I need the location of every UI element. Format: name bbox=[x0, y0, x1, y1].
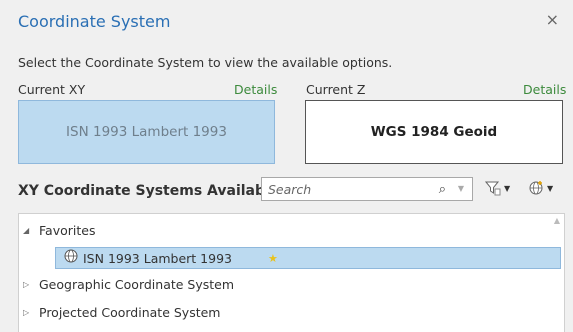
current-z-box[interactable]: WGS 1984 Geoid bbox=[305, 100, 563, 164]
filter-button[interactable]: ▼ bbox=[485, 178, 510, 198]
expand-right-icon[interactable]: ▷ bbox=[23, 280, 39, 289]
expand-right-icon[interactable]: ▷ bbox=[23, 308, 39, 317]
current-z-label: Current Z bbox=[306, 82, 366, 97]
dialog-title: Coordinate System bbox=[18, 12, 171, 31]
search-box[interactable]: ⌕ ▼ bbox=[261, 177, 473, 201]
tree-item-label: ISN 1993 Lambert 1993 bbox=[83, 250, 232, 266]
tree-node-projected[interactable]: ▷ Projected Coordinate System bbox=[23, 305, 220, 320]
current-xy-value: ISN 1993 Lambert 1993 bbox=[66, 124, 227, 140]
expand-down-icon[interactable]: ◢ bbox=[23, 226, 39, 235]
close-icon[interactable]: × bbox=[546, 10, 559, 29]
globe-add-icon bbox=[529, 181, 543, 195]
tree-node-favorites[interactable]: ◢ Favorites bbox=[23, 223, 95, 238]
add-dropdown-icon: ▼ bbox=[547, 183, 554, 193]
current-z-details-link[interactable]: Details bbox=[523, 82, 566, 97]
filter-icon bbox=[485, 181, 501, 196]
add-coordinate-system-button[interactable]: ▼ bbox=[528, 178, 553, 198]
current-xy-box[interactable]: ISN 1993 Lambert 1993 bbox=[18, 100, 275, 164]
tree-node-label: Favorites bbox=[39, 223, 96, 238]
coordinate-system-tree[interactable]: ▲ ◢ Favorites ISN 1993 Lambert 1993 ★ ▷ … bbox=[18, 213, 565, 332]
available-heading: XY Coordinate Systems Available bbox=[18, 183, 280, 199]
search-options-dropdown-icon[interactable]: ▼ bbox=[458, 184, 464, 193]
instruction-text: Select the Coordinate System to view the… bbox=[18, 55, 393, 70]
tree-node-label: Projected Coordinate System bbox=[39, 305, 221, 320]
favorite-star-icon[interactable]: ★ bbox=[268, 252, 278, 265]
globe-icon bbox=[64, 249, 78, 267]
tree-item-favorite-selected[interactable]: ISN 1993 Lambert 1993 ★ bbox=[55, 247, 561, 269]
current-z-value: WGS 1984 Geoid bbox=[370, 124, 498, 140]
filter-dropdown-icon: ▼ bbox=[504, 183, 511, 193]
search-input[interactable] bbox=[262, 180, 430, 198]
current-xy-label: Current XY bbox=[18, 82, 86, 97]
search-icon[interactable]: ⌕ bbox=[439, 182, 446, 197]
tree-node-geographic[interactable]: ▷ Geographic Coordinate System bbox=[23, 277, 234, 292]
scroll-up-icon[interactable]: ▲ bbox=[554, 216, 560, 225]
tree-node-label: Geographic Coordinate System bbox=[39, 277, 235, 292]
current-xy-details-link[interactable]: Details bbox=[234, 82, 277, 97]
